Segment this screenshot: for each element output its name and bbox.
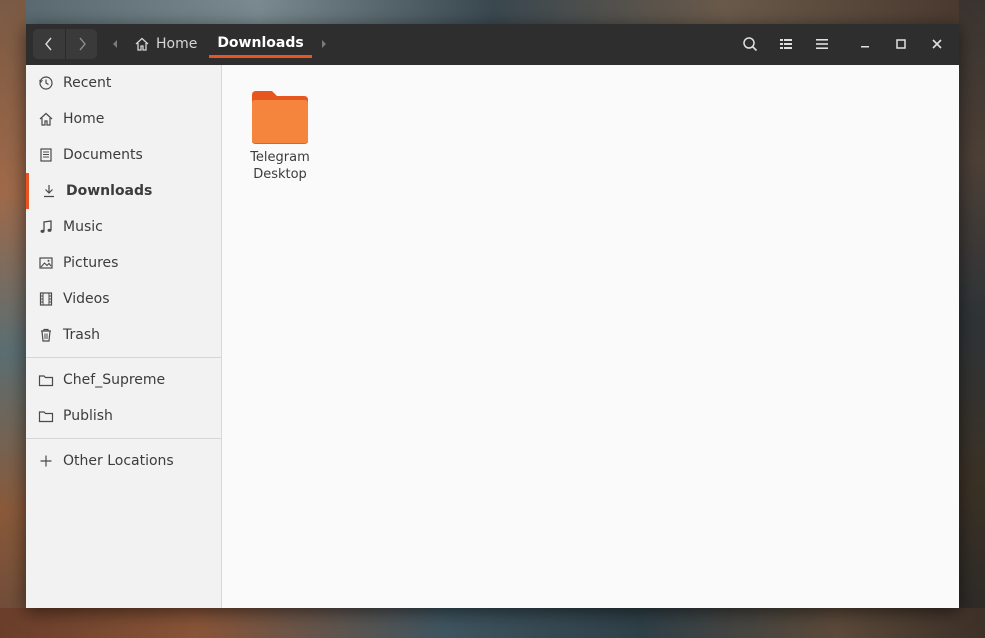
sidebar-item-label: Chef_Supreme xyxy=(63,372,166,388)
home-icon xyxy=(135,37,149,51)
forward-button[interactable] xyxy=(65,29,97,59)
desktop-wallpaper-left xyxy=(0,0,26,638)
sidebar: Recent Home Documents Downloads Music Pi… xyxy=(26,65,222,608)
clock-icon xyxy=(39,76,53,90)
sidebar-item-downloads[interactable]: Downloads xyxy=(26,173,221,209)
headerbar: Home Downloads xyxy=(26,24,959,66)
film-icon xyxy=(39,292,53,306)
sidebar-item-label: Videos xyxy=(63,291,110,307)
breadcrumb-home[interactable]: Home xyxy=(126,30,205,58)
back-button[interactable] xyxy=(33,29,65,59)
breadcrumb-home-label: Home xyxy=(156,36,198,52)
sidebar-item-label: Documents xyxy=(63,147,143,163)
download-icon xyxy=(44,185,54,198)
file-name: Telegram Desktop xyxy=(250,150,310,182)
file-manager-window: Home Downloads Recent Home Documents Dow… xyxy=(26,24,959,608)
folder-icon xyxy=(252,91,308,144)
sidebar-item-label: Publish xyxy=(63,408,113,424)
sidebar-item-documents[interactable]: Documents xyxy=(26,137,221,173)
list-view-icon xyxy=(780,39,792,49)
sidebar-item-trash[interactable]: Trash xyxy=(26,317,221,353)
navigation-buttons xyxy=(33,29,97,59)
close-icon xyxy=(932,39,942,49)
breadcrumb-downloads[interactable]: Downloads xyxy=(209,30,312,58)
search-icon xyxy=(743,37,758,52)
trash-icon xyxy=(41,328,51,342)
maximize-button[interactable] xyxy=(885,29,917,59)
desktop-wallpaper-bottom xyxy=(0,608,985,638)
sidebar-item-recent[interactable]: Recent xyxy=(26,65,221,101)
view-toggle-button[interactable] xyxy=(770,29,802,59)
home-icon xyxy=(39,112,53,126)
sidebar-item-label: Home xyxy=(63,111,105,127)
file-view[interactable]: Telegram Desktop xyxy=(222,65,959,608)
sidebar-item-chef-supreme[interactable]: Chef_Supreme xyxy=(26,362,221,398)
hamburger-menu-icon xyxy=(816,39,828,49)
folder-icon xyxy=(38,375,54,387)
file-item-telegram-desktop[interactable]: Telegram Desktop xyxy=(242,89,318,183)
minimize-button[interactable] xyxy=(849,29,881,59)
desktop-wallpaper-top xyxy=(26,0,959,24)
chevron-left-icon xyxy=(45,37,52,51)
sidebar-item-label: Pictures xyxy=(63,255,119,271)
sidebar-item-label: Trash xyxy=(63,327,100,343)
sidebar-item-pictures[interactable]: Pictures xyxy=(26,245,221,281)
sidebar-item-videos[interactable]: Videos xyxy=(26,281,221,317)
main-menu-button[interactable] xyxy=(806,29,838,59)
desktop-wallpaper-right xyxy=(959,0,985,638)
sidebar-item-label: Downloads xyxy=(66,183,153,199)
path-scroll-left-icon[interactable] xyxy=(110,37,120,51)
sidebar-item-music[interactable]: Music xyxy=(26,209,221,245)
sidebar-item-other-locations[interactable]: Other Locations xyxy=(26,443,221,479)
minimize-icon xyxy=(861,46,869,48)
maximize-icon xyxy=(896,39,906,49)
plus-icon xyxy=(40,455,52,467)
sidebar-item-label: Other Locations xyxy=(63,453,174,469)
sidebar-item-label: Recent xyxy=(63,75,112,91)
sidebar-item-label: Music xyxy=(63,219,103,235)
chevron-right-icon xyxy=(78,37,86,51)
picture-icon xyxy=(39,257,53,269)
close-button[interactable] xyxy=(921,29,953,59)
music-note-icon xyxy=(40,220,52,233)
sidebar-item-home[interactable]: Home xyxy=(26,101,221,137)
folder-icon xyxy=(38,411,54,423)
search-button[interactable] xyxy=(734,29,766,59)
sidebar-item-publish[interactable]: Publish xyxy=(26,398,221,434)
path-scroll-right-icon[interactable] xyxy=(319,37,329,51)
sidebar-separator xyxy=(26,438,221,439)
breadcrumb-downloads-label: Downloads xyxy=(217,34,304,51)
document-icon xyxy=(40,148,52,162)
sidebar-separator xyxy=(26,357,221,358)
